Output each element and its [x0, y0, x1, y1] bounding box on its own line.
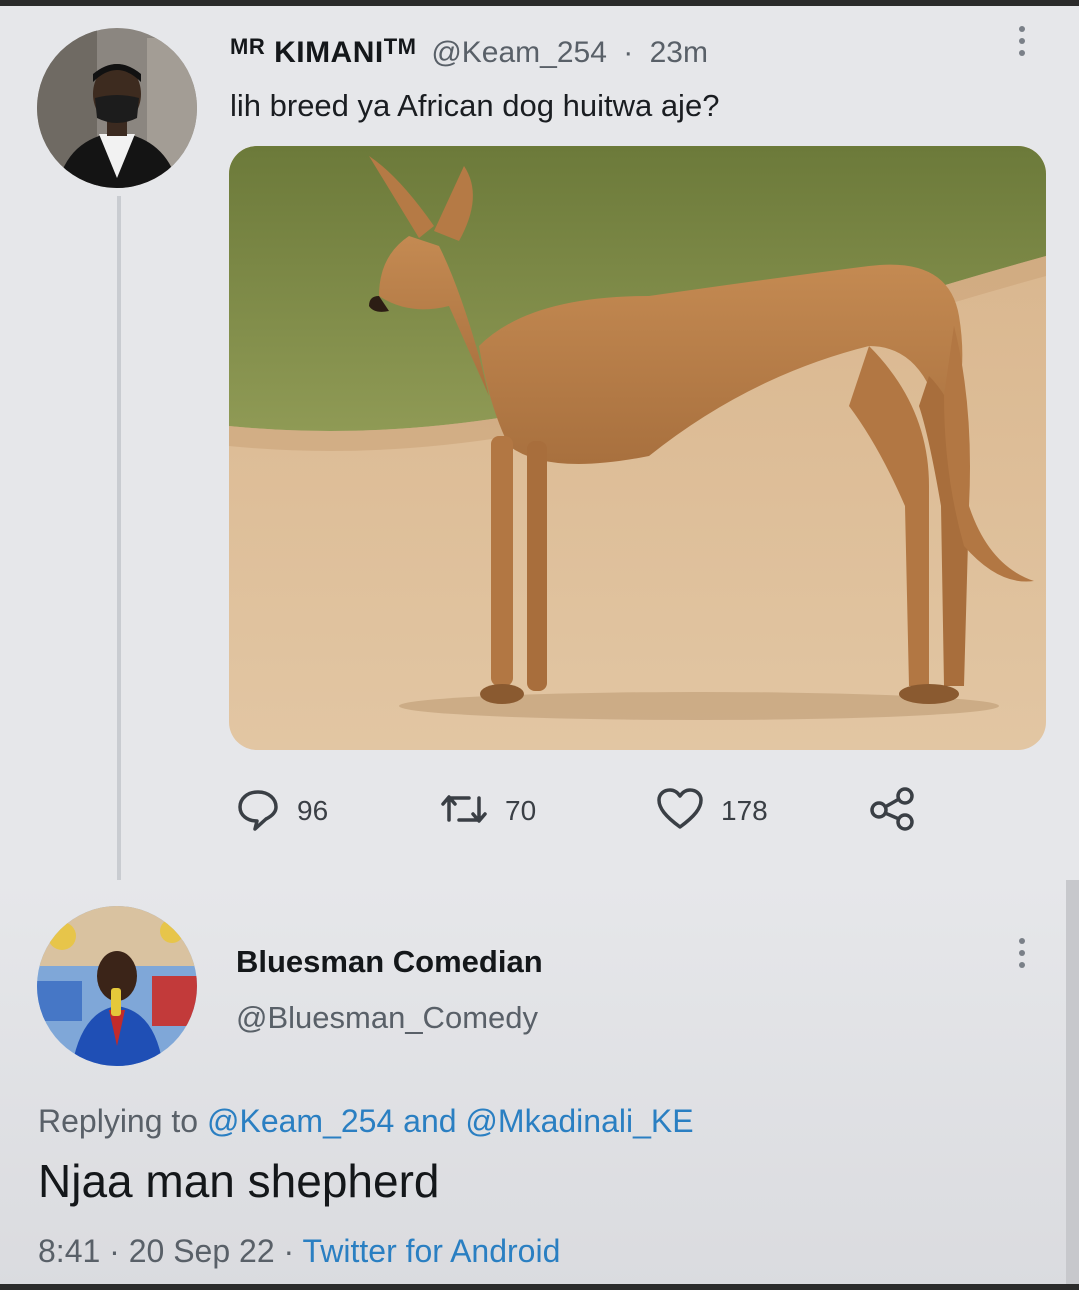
reply-author-display-name[interactable]: Bluesman Comedian [236, 944, 543, 980]
replying-and: and [403, 1103, 457, 1139]
tweet-author-line: MR KIMANITM @Keam_254 · 23m [230, 34, 708, 70]
reply-source[interactable]: Twitter for Android [302, 1233, 560, 1269]
reply-time[interactable]: 8:41 [38, 1233, 100, 1269]
like-count: 178 [721, 795, 768, 826]
reply-date[interactable]: 20 Sep 22 [129, 1233, 275, 1269]
share-action[interactable] [867, 786, 917, 837]
mention-keam[interactable]: @Keam_254 [207, 1103, 394, 1139]
tweet-photo-dog[interactable] [229, 146, 1046, 750]
top-edge [0, 0, 1079, 6]
retweet-icon[interactable] [439, 786, 489, 837]
reply-meta: 8:41 · 20 Sep 22 · Twitter for Android [38, 1233, 560, 1270]
author-display-name[interactable]: MR KIMANITM [230, 34, 425, 69]
meta-separator: · [109, 1233, 120, 1269]
thread-connector-line [117, 196, 121, 900]
more-icon[interactable] [1019, 26, 1027, 56]
reply-author-handle[interactable]: @Bluesman_Comedy [236, 1000, 538, 1036]
avatar-mr-kimani[interactable] [37, 28, 197, 188]
like-action[interactable]: 178 [655, 786, 768, 837]
reply-action[interactable]: 96 [235, 788, 328, 834]
tweet-time[interactable]: 23m [650, 36, 708, 69]
tweet-text: lih breed ya African dog huitwa aje? [230, 88, 720, 123]
reply-count: 96 [297, 795, 329, 826]
like-icon[interactable] [655, 786, 705, 837]
mention-mkadinali[interactable]: @Mkadinali_KE [465, 1103, 693, 1139]
retweet-action[interactable]: 70 [439, 788, 536, 834]
reply-more-icon[interactable] [1019, 938, 1027, 968]
separator-dot: · [623, 36, 634, 69]
avatar-bluesman[interactable] [37, 906, 197, 1066]
retweet-count: 70 [505, 795, 537, 826]
reply-icon[interactable] [235, 786, 281, 837]
right-edge [1066, 880, 1079, 1290]
author-handle[interactable]: @Keam_254 [431, 36, 607, 69]
share-icon[interactable] [867, 786, 917, 837]
meta-separator-2: · [283, 1233, 295, 1269]
bottom-edge [0, 1284, 1079, 1290]
replying-to-line: Replying to @Keam_254 and @Mkadinali_KE [38, 1103, 694, 1140]
reply-text: Njaa man shepherd [38, 1155, 440, 1207]
replying-prefix: Replying to [38, 1103, 199, 1139]
